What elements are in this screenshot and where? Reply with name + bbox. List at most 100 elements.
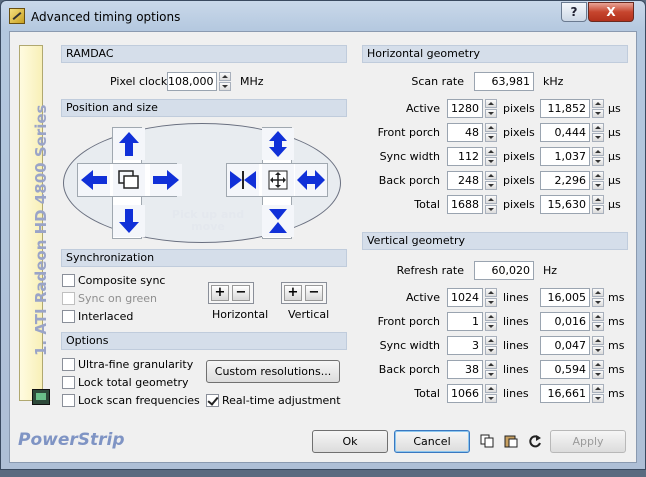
move-up-button[interactable] xyxy=(113,128,145,160)
device-name: 1. ATI Radeon HD 4800 Series xyxy=(32,104,50,356)
interlaced-label: Interlaced xyxy=(78,310,134,323)
horizontal-front-porch-time-spinner[interactable] xyxy=(592,123,604,142)
vertical-front-porch-value-spinner[interactable] xyxy=(485,312,497,331)
horizontal-sync-width-unit-a: pixels xyxy=(503,150,535,163)
lock-total-checkbox[interactable] xyxy=(62,376,75,389)
refresh-icon[interactable] xyxy=(528,434,542,448)
vertical-total-time-input[interactable]: 16,661 xyxy=(540,384,590,403)
horizontal-back-porch-value-input[interactable]: 248 xyxy=(447,171,483,190)
vertical-sync-width-unit-a: lines xyxy=(503,339,529,352)
pixel-clock-unit: MHz xyxy=(240,75,264,88)
move-down-button[interactable] xyxy=(113,205,145,237)
horizontal-total-time-input[interactable]: 15,630 xyxy=(540,195,590,214)
vertical-sync-width-time-spinner[interactable] xyxy=(592,336,604,355)
size-narrower-button[interactable] xyxy=(227,164,259,196)
vertical-total-time-spinner[interactable] xyxy=(592,384,604,403)
horizontal-total-label: Total xyxy=(414,198,440,211)
position-header: Position and size xyxy=(61,99,347,117)
horizontal-polarity-label: Horizontal xyxy=(212,308,269,321)
horizontal-total-unit-b: µs xyxy=(608,198,621,211)
horizontal-front-porch-value-spinner[interactable] xyxy=(485,123,497,142)
horizontal-back-porch-time-spinner[interactable] xyxy=(592,171,604,190)
vertical-total-unit-b: ms xyxy=(608,387,625,400)
shrink-horizontal-icon xyxy=(230,171,256,189)
vertical-polarity[interactable]: + − xyxy=(281,282,327,304)
vertical-back-porch-value-spinner[interactable] xyxy=(485,360,497,379)
horizontal-back-porch-value-spinner[interactable] xyxy=(485,171,497,190)
v-minus-button[interactable]: − xyxy=(305,285,323,301)
vertical-active-time-spinner[interactable] xyxy=(592,288,604,307)
screen-center-button[interactable] xyxy=(113,164,145,196)
ok-button[interactable]: Ok xyxy=(312,430,388,453)
vertical-front-porch-time-spinner[interactable] xyxy=(592,312,604,331)
vertical-sync-width-value-spinner[interactable] xyxy=(485,336,497,355)
lock-scan-checkbox[interactable] xyxy=(62,394,75,407)
horizontal-active-time-input[interactable]: 11,852 xyxy=(540,99,590,118)
vertical-total-value-input[interactable]: 1066 xyxy=(447,384,483,403)
size-shorter-button[interactable] xyxy=(262,205,294,237)
monitor-card-icon xyxy=(32,389,50,405)
sync-header: Synchronization xyxy=(61,249,347,267)
vertical-sync-width-time-input[interactable]: 0,047 xyxy=(540,336,590,355)
vertical-total-unit-a: lines xyxy=(503,387,529,400)
horizontal-front-porch-time-input[interactable]: 0,444 xyxy=(540,123,590,142)
vertical-back-porch-unit-a: lines xyxy=(503,363,529,376)
position-pad[interactable]: Pick up and move xyxy=(63,123,341,243)
horizontal-active-value-spinner[interactable] xyxy=(485,99,497,118)
dialog-window: Advanced timing options ? X 1. ATI Radeo… xyxy=(0,0,646,470)
title-bar[interactable]: Advanced timing options ? X xyxy=(1,1,645,31)
horizontal-active-value-input[interactable]: 1280 xyxy=(447,99,483,118)
move-handle-button[interactable] xyxy=(262,164,294,196)
horizontal-active-time-spinner[interactable] xyxy=(592,99,604,118)
vertical-sync-width-value-input[interactable]: 3 xyxy=(447,336,483,355)
device-band: 1. ATI Radeon HD 4800 Series xyxy=(19,45,50,405)
sync-on-green-label: Sync on green xyxy=(78,292,157,305)
vertical-active-value-spinner[interactable] xyxy=(485,288,497,307)
move-right-button[interactable] xyxy=(150,164,182,196)
horizontal-sync-width-time-spinner[interactable] xyxy=(592,147,604,166)
custom-resolutions-button[interactable]: Custom resolutions... xyxy=(206,360,340,383)
pixel-clock-spinner[interactable] xyxy=(219,72,231,91)
size-taller-button[interactable] xyxy=(262,128,294,160)
horizontal-back-porch-time-input[interactable]: 2,296 xyxy=(540,171,590,190)
refresh-rate-input[interactable]: 60,020 xyxy=(474,261,534,280)
dialog-body: 1. ATI Radeon HD 4800 Series PowerStrip … xyxy=(9,31,637,463)
horizontal-front-porch-value-input[interactable]: 48 xyxy=(447,123,483,142)
realtime-checkbox[interactable] xyxy=(206,394,219,407)
vertical-back-porch-time-input[interactable]: 0,594 xyxy=(540,360,590,379)
help-button[interactable]: ? xyxy=(561,2,587,22)
close-button[interactable]: X xyxy=(588,2,634,22)
horizontal-polarity[interactable]: + − xyxy=(208,282,254,304)
horizontal-total-value-spinner[interactable] xyxy=(485,195,497,214)
horizontal-sync-width-value-input[interactable]: 112 xyxy=(447,147,483,166)
ultra-fine-checkbox[interactable] xyxy=(62,358,75,371)
vertical-back-porch-value-input[interactable]: 38 xyxy=(447,360,483,379)
copy-icon[interactable] xyxy=(480,434,494,448)
composite-sync-checkbox[interactable] xyxy=(62,274,75,287)
horizontal-sync-width-label: Sync width xyxy=(379,150,440,163)
vertical-front-porch-value-input[interactable]: 1 xyxy=(447,312,483,331)
vertical-front-porch-time-input[interactable]: 0,016 xyxy=(540,312,590,331)
vertical-active-value-input[interactable]: 1024 xyxy=(447,288,483,307)
size-wider-button[interactable] xyxy=(295,164,327,196)
horizontal-sync-width-time-input[interactable]: 1,037 xyxy=(540,147,590,166)
v-plus-button[interactable]: + xyxy=(284,285,302,301)
scan-rate-input[interactable]: 63,981 xyxy=(474,72,534,91)
vertical-active-time-input[interactable]: 16,005 xyxy=(540,288,590,307)
horizontal-total-time-spinner[interactable] xyxy=(592,195,604,214)
move-left-button[interactable] xyxy=(78,164,110,196)
horizontal-sync-width-value-spinner[interactable] xyxy=(485,147,497,166)
h-minus-button[interactable]: − xyxy=(232,285,250,301)
apply-button: Apply xyxy=(550,430,626,453)
interlaced-checkbox[interactable] xyxy=(62,310,75,323)
horizontal-total-value-input[interactable]: 1688 xyxy=(447,195,483,214)
vertical-total-value-spinner[interactable] xyxy=(485,384,497,403)
vertical-back-porch-time-spinner[interactable] xyxy=(592,360,604,379)
vertical-front-porch-unit-b: ms xyxy=(608,315,625,328)
cancel-button[interactable]: Cancel xyxy=(394,430,470,453)
pixel-clock-input[interactable]: 108,000 xyxy=(167,72,217,91)
horizontal-front-porch-label: Front porch xyxy=(377,126,440,139)
paste-icon[interactable] xyxy=(504,434,518,448)
h-plus-button[interactable]: + xyxy=(211,285,229,301)
lock-total-label: Lock total geometry xyxy=(78,376,189,389)
